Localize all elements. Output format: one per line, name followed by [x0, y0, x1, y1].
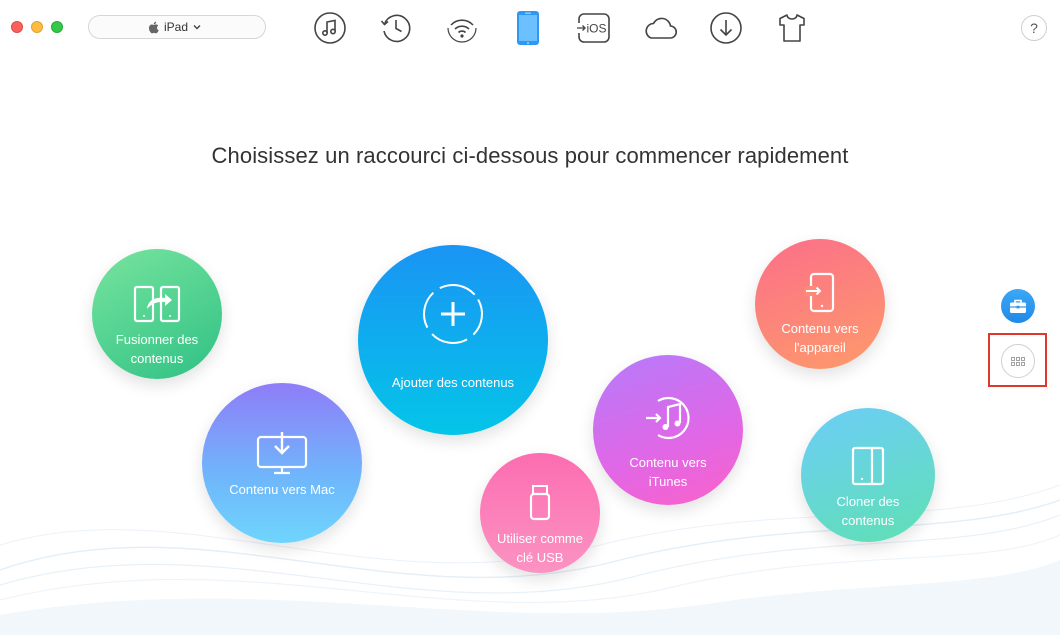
itunes-icon — [646, 396, 690, 440]
to-ios-text: iOS — [587, 22, 607, 36]
minimize-window-button[interactable] — [31, 21, 43, 33]
to-ios-button[interactable]: iOS — [576, 10, 612, 46]
contents-to-device-shortcut[interactable]: Contenu vers l'appareil — [755, 239, 885, 369]
contents-to-device-label: Contenu vers l'appareil — [781, 321, 859, 355]
device-icon — [517, 11, 539, 45]
wifi-sync-icon — [447, 19, 477, 43]
usb-drive-icon — [529, 485, 551, 521]
toolbox-icon — [1010, 299, 1026, 313]
merge-contents-shortcut[interactable]: Fusionner des contenus — [92, 249, 222, 379]
toolbox-button[interactable] — [1001, 289, 1035, 323]
monitor-download-icon — [256, 432, 308, 475]
clone-contents-shortcut[interactable]: Cloner des contenus — [801, 408, 935, 542]
use-as-usb-shortcut[interactable]: Utiliser comme clé USB — [480, 453, 600, 573]
zoom-window-button[interactable] — [51, 21, 63, 33]
add-circle-icon — [423, 284, 483, 344]
music-button[interactable] — [312, 10, 348, 46]
page-headline: Choisissez un raccourci ci-dessous pour … — [211, 143, 849, 168]
contents-to-mac-label: Contenu vers Mac — [229, 482, 335, 497]
highlight-annotation — [988, 333, 1047, 387]
clone-contents-label: Cloner des contenus — [836, 494, 900, 528]
music-icon — [314, 12, 346, 44]
add-contents-shortcut[interactable]: Ajouter des contenus — [358, 245, 548, 435]
history-button[interactable] — [378, 10, 414, 46]
clone-device-icon — [851, 446, 885, 486]
contents-to-mac-shortcut[interactable]: Contenu vers Mac — [202, 383, 362, 543]
close-window-button[interactable] — [11, 21, 23, 33]
device-selector[interactable]: iPad — [88, 15, 266, 39]
download-icon — [710, 12, 742, 44]
wifi-sync-button[interactable] — [444, 10, 480, 46]
contents-to-itunes-label: Contenu vers iTunes — [629, 455, 707, 489]
ringtone-shirt-button[interactable] — [774, 10, 810, 46]
merge-icon — [133, 285, 181, 323]
shirt-icon — [779, 14, 805, 42]
to-ios-icon: iOS — [576, 13, 610, 43]
toolbar: iPad iOS ? — [0, 0, 1060, 56]
merge-contents-label: Fusionner des contenus — [115, 332, 199, 366]
help-button[interactable]: ? — [1021, 15, 1047, 41]
contents-to-itunes-shortcut[interactable]: Contenu vers iTunes — [593, 355, 743, 505]
device-name: iPad — [163, 20, 189, 34]
add-contents-label: Ajouter des contenus — [391, 375, 515, 390]
download-button[interactable] — [708, 10, 744, 46]
use-as-usb-label: Utiliser comme clé USB — [497, 531, 583, 565]
cloud-icon — [645, 17, 678, 39]
cloud-button[interactable] — [642, 10, 678, 46]
chevron-down-icon — [193, 25, 201, 30]
history-icon — [380, 14, 411, 43]
device-manager-button[interactable] — [510, 10, 546, 46]
device-import-icon — [804, 272, 835, 313]
apple-icon — [148, 21, 159, 33]
